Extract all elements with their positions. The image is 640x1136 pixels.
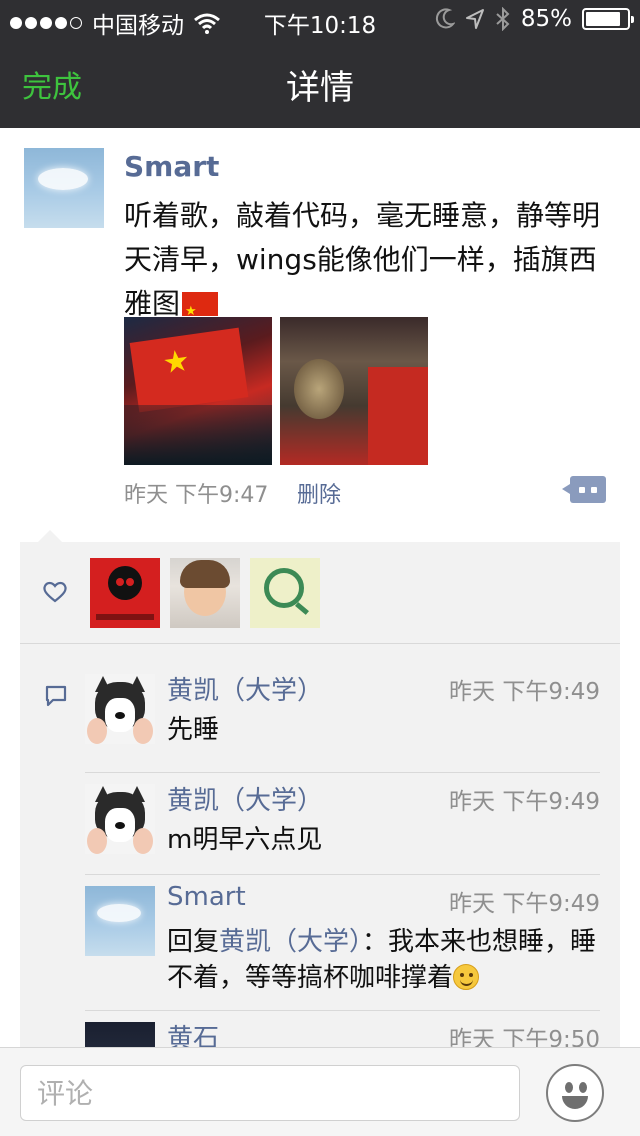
emoji-button[interactable] [546,1064,604,1122]
battery-percent: 85% [520,6,572,32]
emoji-eye [565,1082,573,1093]
likes-comments-panel: 黄凯（大学） 昨天 下午9:49 先睡 黄凯（大学） 昨天 下午9:49 m明早… [20,542,620,1047]
page-title: 详情 [286,68,354,108]
comment-divider [85,1010,600,1011]
post-author-avatar[interactable] [24,148,104,228]
commenter-name[interactable]: 黄石 [167,1018,219,1047]
reply-to-name[interactable]: 黄凯（大学） [219,927,362,957]
commenter-avatar[interactable] [85,1022,155,1047]
comment-text: 先睡 [167,715,220,745]
comment-text: m明早六点见 [167,825,323,855]
commenter-name[interactable]: 黄凯（大学） [167,670,323,707]
post-timestamp: 昨天 下午9:47 [124,483,269,508]
smile-emoji-icon [453,964,480,990]
heart-icon [43,581,67,603]
commenter-avatar[interactable] [85,784,155,854]
comment-text: 回复黄凯（大学）：我本来也想睡，睡不着，等等搞杯咖啡撑着 [167,924,600,996]
commenter-avatar[interactable] [85,886,155,956]
battery-fill [586,12,620,26]
post-text: 听着歌，敲着代码，毫无睡意，静等明天清早，wings能像他们一样，插旗西雅图 [124,194,614,334]
status-bar: 中国移动 下午10:18 85% [0,0,640,40]
post-author-name[interactable]: Smart [124,150,219,183]
commenter-name[interactable]: 黄凯（大学） [167,780,323,817]
commenter-avatar[interactable] [85,674,155,744]
moon-icon [435,8,455,29]
status-right: 85% [435,6,634,32]
panel-arrow [38,530,62,542]
comment-timestamp: 昨天 下午9:49 [449,789,600,815]
comment-timestamp: 昨天 下午9:49 [449,891,600,917]
comment-timestamp: 昨天 下午9:50 [449,1027,600,1047]
like-avatar[interactable] [250,558,320,628]
comment-input-bar [0,1047,640,1136]
like-avatar[interactable] [90,558,160,628]
battery-icon [582,8,634,30]
emoji-mouth [562,1096,588,1109]
bluetooth-icon [496,7,510,31]
china-flag-emoji-icon [182,290,219,334]
like-avatar[interactable] [170,558,240,628]
reply-prefix: 回复 [167,927,220,957]
comment-divider [85,874,600,875]
nav-bar: 完成 详情 [0,40,640,128]
comment-timestamp: 昨天 下午9:49 [449,679,600,705]
delete-link[interactable]: 删除 [297,477,341,509]
post-photo-2[interactable] [280,317,428,465]
likes-row [20,542,620,644]
comment-input[interactable] [20,1065,520,1121]
location-arrow-icon [465,9,484,29]
comment-bubble-icon [45,685,67,707]
emoji-eye [579,1082,587,1093]
comment-divider [85,772,600,773]
comment-menu-button[interactable] [562,476,606,503]
commenter-name[interactable]: Smart [167,882,246,912]
post-photo-1[interactable] [124,317,272,465]
